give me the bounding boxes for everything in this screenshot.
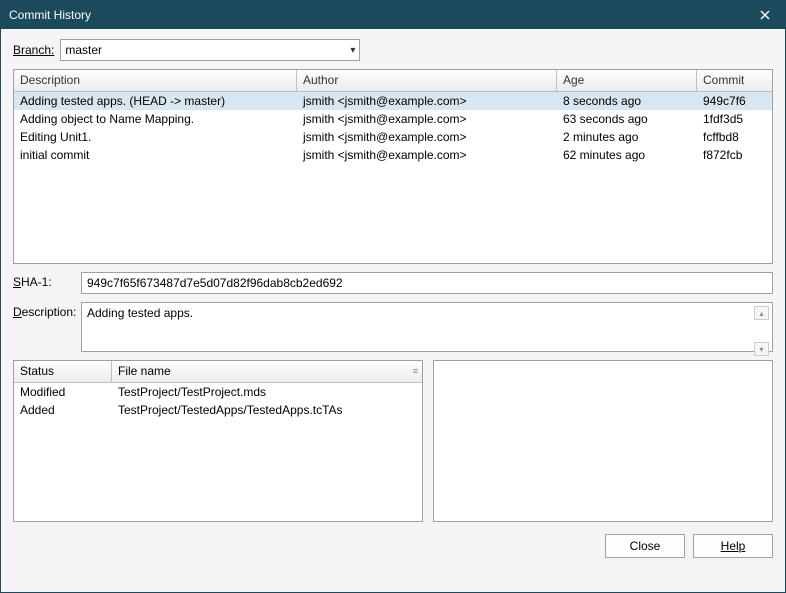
dropdown-arrow-icon: ▾ (350, 45, 355, 56)
window-title: Commit History (9, 8, 91, 22)
commit-history-table: Description Author Age Commit Adding tes… (13, 69, 773, 264)
commit-cell-age: 2 minutes ago (557, 129, 697, 145)
commit-cell-description: initial commit (14, 147, 297, 163)
description-text: Adding tested apps. (87, 306, 193, 320)
files-header: Status File name ≡ (14, 361, 422, 383)
title-bar: Commit History (1, 1, 785, 29)
sha-label: SHA-1: (13, 272, 75, 289)
file-row[interactable]: ModifiedTestProject/TestProject.mds (14, 383, 422, 401)
spinner-down-button[interactable]: ▾ (754, 342, 769, 356)
commit-table-header: Description Author Age Commit (14, 70, 772, 92)
description-spinner: ▴ ▾ (754, 306, 770, 356)
branch-value: master (65, 43, 102, 57)
dialog-button-row: Close Help (13, 530, 773, 558)
close-icon (760, 10, 770, 20)
column-header-commit[interactable]: Commit (697, 70, 772, 91)
column-header-author[interactable]: Author (297, 70, 557, 91)
commit-cell-description: Adding tested apps. (HEAD -> master) (14, 93, 297, 109)
commit-row[interactable]: initial commitjsmith <jsmith@example.com… (14, 146, 772, 164)
column-header-filename[interactable]: File name ≡ (112, 361, 422, 382)
commit-cell-author: jsmith <jsmith@example.com> (297, 147, 557, 163)
dialog-content: Branch: master ▾ Description Author Age … (1, 29, 785, 592)
file-cell-status: Modified (14, 384, 112, 400)
commit-row[interactable]: Adding object to Name Mapping.jsmith <js… (14, 110, 772, 128)
commit-cell-author: jsmith <jsmith@example.com> (297, 93, 557, 109)
commit-row[interactable]: Editing Unit1.jsmith <jsmith@example.com… (14, 128, 772, 146)
column-header-age[interactable]: Age (557, 70, 697, 91)
file-cell-filename: TestProject/TestProject.mds (112, 384, 422, 400)
commit-cell-commit: 1fdf3d5 (697, 111, 772, 127)
commit-cell-commit: f872fcb (697, 147, 772, 163)
commit-cell-age: 8 seconds ago (557, 93, 697, 109)
commit-cell-description: Adding object to Name Mapping. (14, 111, 297, 127)
commit-cell-commit: fcffbd8 (697, 129, 772, 145)
close-button[interactable]: Close (605, 534, 685, 558)
spinner-up-button[interactable]: ▴ (754, 306, 769, 320)
files-table-body: ModifiedTestProject/TestProject.mdsAdded… (14, 383, 422, 521)
commit-cell-author: jsmith <jsmith@example.com> (297, 111, 557, 127)
description-row: Description: Adding tested apps. ▴ ▾ (13, 302, 773, 352)
commit-row[interactable]: Adding tested apps. (HEAD -> master)jsmi… (14, 92, 772, 110)
sha-field[interactable] (81, 272, 773, 294)
window-close-button[interactable] (753, 3, 777, 27)
diff-preview-pane (433, 360, 773, 522)
sort-indicator-icon: ≡ (413, 366, 418, 376)
branch-select[interactable]: master ▾ (60, 39, 360, 61)
column-header-status[interactable]: Status (14, 361, 112, 382)
commit-table-body: Adding tested apps. (HEAD -> master)jsmi… (14, 92, 772, 263)
branch-row: Branch: master ▾ (13, 39, 773, 61)
commit-cell-author: jsmith <jsmith@example.com> (297, 129, 557, 145)
branch-label: Branch: (13, 43, 54, 57)
commit-cell-age: 63 seconds ago (557, 111, 697, 127)
column-header-description[interactable]: Description (14, 70, 297, 91)
bottom-panes: Status File name ≡ ModifiedTestProject/T… (13, 360, 773, 522)
description-label: Description: (13, 302, 75, 319)
help-button[interactable]: Help (693, 534, 773, 558)
file-cell-status: Added (14, 402, 112, 418)
sha-row: SHA-1: (13, 272, 773, 294)
description-box[interactable]: Adding tested apps. ▴ ▾ (81, 302, 773, 352)
file-cell-filename: TestProject/TestedApps/TestedApps.tcTAs (112, 402, 422, 418)
commit-cell-description: Editing Unit1. (14, 129, 297, 145)
commit-cell-commit: 949c7f6 (697, 93, 772, 109)
changed-files-table: Status File name ≡ ModifiedTestProject/T… (13, 360, 423, 522)
file-row[interactable]: AddedTestProject/TestedApps/TestedApps.t… (14, 401, 422, 419)
commit-cell-age: 62 minutes ago (557, 147, 697, 163)
